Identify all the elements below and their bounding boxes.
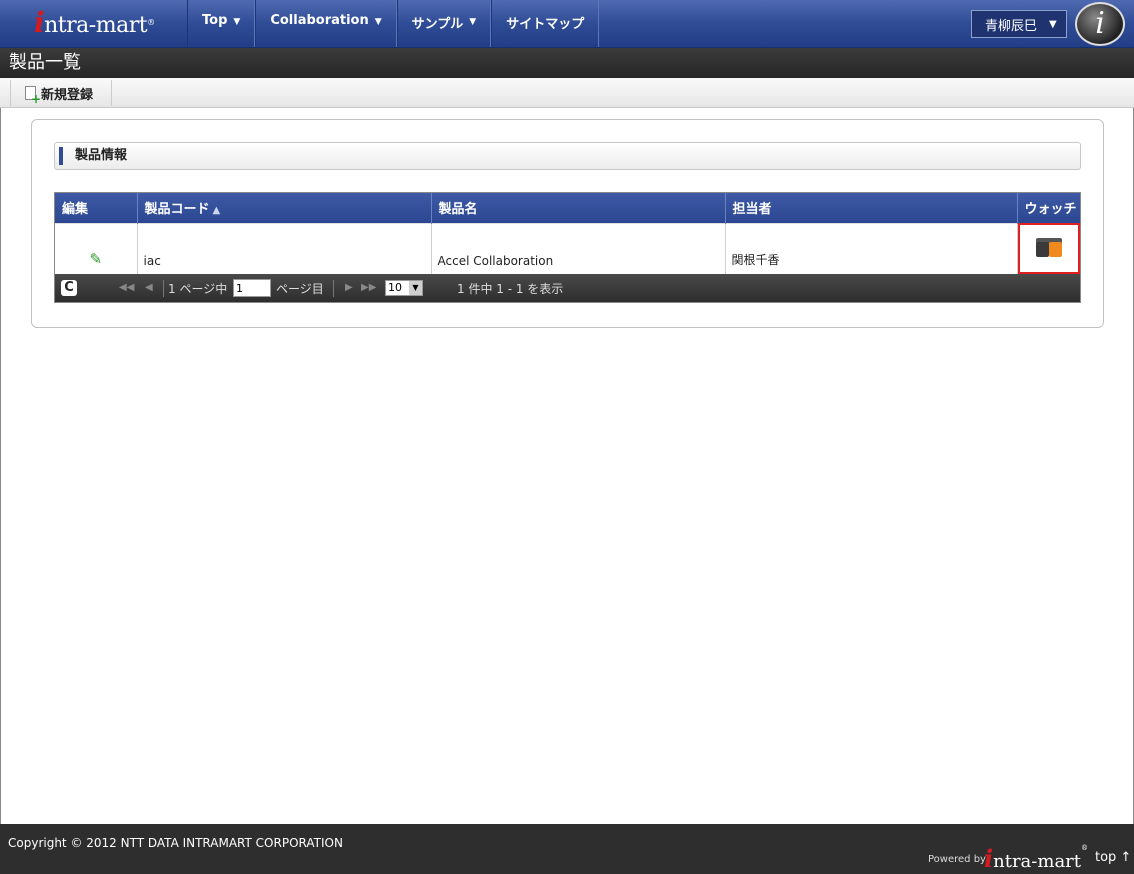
logo-initial: i xyxy=(34,6,45,39)
next-page-icon[interactable]: ▶ xyxy=(345,282,353,293)
product-grid: 編集 製品コード ▲ 製品名 担当者 ウォッチ ✎ iac Accel Colla… xyxy=(54,192,1081,303)
refresh-icon[interactable]: C xyxy=(61,280,77,296)
frame-left-edge xyxy=(0,108,1,824)
intra-mart-logo[interactable]: intra-mart® xyxy=(34,6,164,39)
pencil-edit-icon[interactable]: ✎ xyxy=(89,250,102,268)
chevron-down-icon: ▼ xyxy=(409,281,422,295)
page-prefix-label: 1 ページ中 xyxy=(168,282,228,296)
owner-cell: 関根千香 xyxy=(725,222,1018,274)
im-info-icon[interactable]: i xyxy=(1075,2,1125,46)
watch-box-icon[interactable] xyxy=(1035,238,1062,260)
column-header-owner[interactable]: 担当者 xyxy=(725,193,1018,223)
user-menu-button[interactable]: 青柳辰巳 ▼ xyxy=(971,10,1067,38)
page-suffix-label: ページ目 xyxy=(276,282,324,296)
chevron-down-icon: ▼ xyxy=(233,17,241,27)
first-page-icon[interactable]: ◀◀ xyxy=(119,282,134,293)
column-header-watch: ウォッチ xyxy=(1017,193,1080,223)
new-registration-button[interactable]: 新規登録 xyxy=(10,80,112,106)
record-summary: 1 件中 1 - 1 を表示 xyxy=(457,282,564,296)
page-number-input[interactable] xyxy=(233,279,271,297)
chevron-down-icon: ▼ xyxy=(469,17,477,27)
product-panel: 製品情報 編集 製品コード ▲ 製品名 担当者 ウォッチ ✎ iac Accel… xyxy=(31,119,1104,328)
powered-by-label: Powered by xyxy=(928,854,986,865)
page-footer: Copyright © 2012 NTT DATA INTRAMART CORP… xyxy=(0,824,1134,874)
product-name-cell: Accel Collaboration xyxy=(431,222,726,274)
menu-top[interactable]: Top ▼ xyxy=(187,0,256,47)
column-header-edit: 編集 xyxy=(55,193,138,223)
product-code-cell: iac xyxy=(137,222,432,274)
footer-logo: intra-mart® xyxy=(984,844,1089,873)
chevron-down-icon: ▼ xyxy=(1049,18,1057,30)
edit-cell: ✎ xyxy=(55,222,138,274)
watch-cell xyxy=(1017,222,1080,274)
page-title: 製品一覧 xyxy=(0,48,1134,78)
grid-pager: C ◀◀ ◀ 1 ページ中 ページ目 ▶ ▶▶ 10 ▼ 1 件中 1 - 1 … xyxy=(55,274,1080,302)
sort-asc-icon[interactable]: ▲ xyxy=(213,205,221,216)
table-row: ✎ iac Accel Collaboration 関根千香 xyxy=(55,222,1080,274)
logo-text: ntra-mart xyxy=(44,13,148,38)
menu-sample[interactable]: サンプル ▼ xyxy=(396,0,492,47)
page-size-select[interactable]: 10 ▼ xyxy=(385,280,423,296)
column-header-product-name[interactable]: 製品名 xyxy=(431,193,726,223)
menu-collaboration[interactable]: Collaboration ▼ xyxy=(255,0,397,47)
last-page-icon[interactable]: ▶▶ xyxy=(361,282,376,293)
section-header: 製品情報 xyxy=(54,142,1081,170)
user-name: 青柳辰巳 xyxy=(985,18,1038,34)
copyright-text: Copyright © 2012 NTT DATA INTRAMART CORP… xyxy=(8,836,343,850)
main-menu: Top ▼ Collaboration ▼ サンプル ▼ サイトマップ xyxy=(187,0,600,47)
new-document-icon xyxy=(25,86,41,105)
action-toolbar: 新規登録 xyxy=(0,78,1134,108)
back-to-top-link[interactable]: top ↑ xyxy=(1095,850,1131,865)
chevron-down-icon: ▼ xyxy=(374,17,382,27)
prev-page-icon[interactable]: ◀ xyxy=(145,282,153,293)
column-header-product-code[interactable]: 製品コード ▲ xyxy=(137,193,432,223)
top-navigation-bar: intra-mart® Top ▼ Collaboration ▼ サンプル ▼… xyxy=(0,0,1134,48)
menu-sitemap[interactable]: サイトマップ xyxy=(491,0,600,47)
